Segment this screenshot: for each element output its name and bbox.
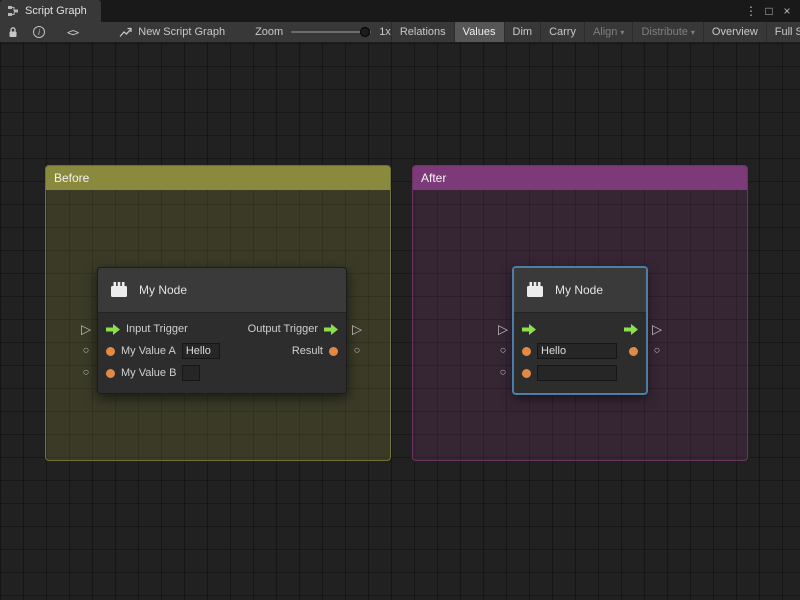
zoom-value: 1x: [379, 26, 391, 38]
node-title: My Node: [555, 283, 603, 297]
value-b-port-icon[interactable]: [522, 369, 531, 378]
graph-toolbar: i <> New Script Graph Zoom 1x Relations …: [0, 22, 800, 43]
value-b-input[interactable]: [537, 365, 617, 381]
value-b-input[interactable]: [182, 365, 200, 381]
result-port-icon[interactable]: [629, 347, 638, 356]
trigger-row: Input Trigger Output Trigger: [98, 318, 346, 340]
node-before-body: Input Trigger Output Trigger My Value A: [98, 313, 346, 393]
external-result-connector[interactable]: ○: [354, 346, 361, 357]
unit-icon: [108, 279, 130, 301]
value-a-port-icon[interactable]: [522, 347, 531, 356]
new-script-graph-label: New Script Graph: [138, 26, 225, 38]
external-value-a-connector[interactable]: ○: [83, 346, 90, 357]
value-b-row: [514, 362, 646, 384]
value-a-row: [514, 340, 646, 362]
value-a-input[interactable]: [182, 343, 220, 359]
output-trigger-label: Output Trigger: [248, 323, 318, 335]
input-trigger-port-icon[interactable]: [522, 324, 536, 335]
values-button[interactable]: Values: [454, 22, 504, 42]
input-trigger-label: Input Trigger: [126, 323, 188, 335]
node-before-header[interactable]: My Node: [98, 268, 346, 313]
value-b-label: My Value B: [121, 367, 176, 379]
external-trigger-out-connector[interactable]: ▷: [352, 323, 362, 336]
graph-cursor-icon: [119, 27, 132, 38]
dim-button[interactable]: Dim: [504, 22, 541, 42]
close-icon[interactable]: ×: [778, 0, 796, 22]
toolbar-buttons: Relations Values Dim Carry Align ▾ Distr…: [391, 22, 800, 42]
external-value-b-connector[interactable]: ○: [83, 368, 90, 379]
group-after-label: After: [421, 171, 446, 185]
external-value-a-connector[interactable]: ○: [500, 346, 507, 357]
node-after[interactable]: My Node: [513, 267, 647, 394]
carry-button[interactable]: Carry: [540, 22, 584, 42]
chevron-down-icon: ▾: [620, 28, 624, 37]
value-a-row: My Value A Result: [98, 340, 346, 362]
zoom-slider-handle[interactable]: [360, 27, 370, 37]
script-graph-icon: [7, 5, 19, 17]
result-label: Result: [292, 345, 323, 357]
graph-canvas[interactable]: Before After My Node: [0, 43, 800, 600]
window-controls: ⋮ □ ×: [742, 0, 800, 22]
maximize-icon[interactable]: □: [760, 0, 778, 22]
external-value-b-connector[interactable]: ○: [500, 368, 507, 379]
align-label: Align: [593, 26, 617, 38]
align-button[interactable]: Align ▾: [584, 22, 632, 42]
overview-button[interactable]: Overview: [703, 22, 766, 42]
window-menu-icon[interactable]: ⋮: [742, 0, 760, 22]
relations-button[interactable]: Relations: [391, 22, 454, 42]
code-icon[interactable]: <>: [60, 22, 85, 42]
value-a-port-icon[interactable]: [106, 347, 115, 356]
tab-script-graph[interactable]: Script Graph: [0, 0, 101, 22]
node-after-header[interactable]: My Node: [514, 268, 646, 313]
input-trigger-port-icon[interactable]: [106, 324, 120, 335]
group-after-header[interactable]: After: [413, 166, 747, 190]
info-icon[interactable]: i: [26, 22, 52, 42]
node-before[interactable]: My Node Input Trigger Output Trigger: [97, 267, 347, 394]
value-b-port-icon[interactable]: [106, 369, 115, 378]
external-trigger-in-connector[interactable]: ▷: [498, 323, 508, 336]
chevron-down-icon: ▾: [691, 28, 695, 37]
distribute-label: Distribute: [641, 26, 687, 38]
zoom-slider[interactable]: [291, 26, 371, 38]
output-trigger-port-icon[interactable]: [624, 324, 638, 335]
node-title: My Node: [139, 283, 187, 297]
node-after-body: [514, 313, 646, 393]
trigger-row: [514, 318, 646, 340]
lock-icon[interactable]: [0, 22, 26, 42]
external-trigger-out-connector[interactable]: ▷: [652, 323, 662, 336]
external-trigger-in-connector[interactable]: ▷: [81, 323, 91, 336]
group-before-header[interactable]: Before: [46, 166, 390, 190]
value-a-input[interactable]: [537, 343, 617, 359]
zoom-control: Zoom 1x: [255, 22, 391, 42]
value-b-row: My Value B: [98, 362, 346, 384]
unit-icon: [524, 279, 546, 301]
script-graph-window: Script Graph ⋮ □ × i <>: [0, 0, 800, 600]
zoom-label: Zoom: [255, 26, 283, 38]
titlebar: Script Graph ⋮ □ ×: [0, 0, 800, 22]
result-port-icon[interactable]: [329, 347, 338, 356]
output-trigger-port-icon[interactable]: [324, 324, 338, 335]
fullscreen-button[interactable]: Full Screen: [766, 22, 800, 42]
new-script-graph-button[interactable]: New Script Graph: [111, 22, 233, 42]
tab-title: Script Graph: [25, 5, 87, 17]
group-before-label: Before: [54, 171, 89, 185]
zoom-slider-track: [291, 31, 371, 33]
distribute-button[interactable]: Distribute ▾: [632, 22, 702, 42]
external-result-connector[interactable]: ○: [654, 346, 661, 357]
value-a-label: My Value A: [121, 345, 176, 357]
